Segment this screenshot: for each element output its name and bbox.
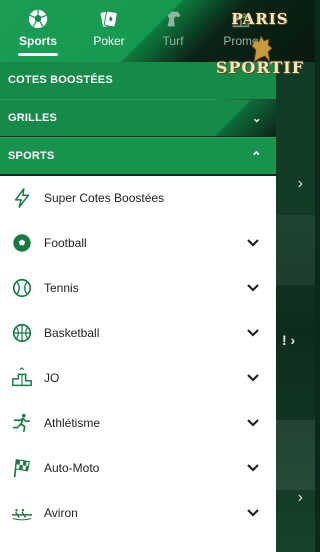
chevron-right-icon[interactable]: ›	[298, 176, 303, 192]
soccer-ball-icon	[28, 9, 48, 29]
sports-list: Super Cotes Boostées Football Tennis Bas…	[0, 176, 276, 552]
sport-label: Aviron	[44, 506, 78, 520]
olympic-podium-icon	[12, 367, 32, 387]
tab-poker[interactable]: Poker	[79, 6, 139, 56]
sport-label: Football	[44, 236, 87, 250]
sport-item-tennis[interactable]: Tennis	[0, 266, 276, 311]
sport-label: Super Cotes Boostées	[44, 191, 165, 205]
lightning-icon	[14, 188, 30, 208]
chevron-down-icon[interactable]	[246, 371, 260, 385]
sport-label: Basketball	[44, 326, 100, 340]
chevron-down-icon[interactable]	[246, 416, 260, 430]
tab-sports[interactable]: Sports	[8, 6, 68, 56]
sport-item-jo[interactable]: JO	[0, 356, 276, 401]
section-grilles[interactable]: GRILLES ⌄	[0, 99, 276, 136]
sport-item-super-cotes-boostees[interactable]: Super Cotes Boostées	[0, 176, 276, 221]
section-label: COTES BOOSTÉES	[8, 74, 113, 86]
section-sports[interactable]: SPORTS ⌃	[0, 137, 276, 174]
chevron-up-icon: ⌃	[250, 149, 262, 164]
sport-item-athletisme[interactable]: Athlétisme	[0, 401, 276, 446]
sport-label: Athlétisme	[44, 416, 101, 430]
tab-label: Poker	[93, 34, 125, 48]
football-icon	[13, 234, 31, 252]
horse-icon	[167, 11, 181, 27]
tab-turf[interactable]: Turf	[143, 6, 203, 56]
checkered-flag-icon	[13, 459, 30, 478]
chevron-down-icon[interactable]	[246, 326, 260, 340]
paris-sportif-logo: PARIS SPORTIF	[215, 10, 305, 100]
sport-label: Tennis	[44, 281, 79, 295]
background-card	[276, 420, 315, 490]
chevron-down-icon[interactable]	[246, 236, 260, 250]
chevron-down-icon[interactable]	[246, 506, 260, 520]
playing-cards-icon	[100, 10, 118, 28]
background-text-fragment: ! ›	[282, 332, 296, 348]
tab-label: Turf	[162, 34, 184, 48]
chevron-down-icon[interactable]	[246, 461, 260, 475]
logo-text-line-1: PARIS	[231, 10, 289, 28]
tab-label: Sports	[18, 34, 57, 48]
chevron-right-icon[interactable]: ›	[298, 490, 303, 506]
section-label: GRILLES	[8, 112, 58, 124]
basketball-icon	[12, 323, 32, 343]
rowing-icon	[11, 509, 33, 521]
chevron-down-icon[interactable]	[246, 281, 260, 295]
lion-crest-icon	[251, 35, 273, 63]
sport-label: Auto-Moto	[44, 461, 100, 475]
runner-icon	[12, 413, 31, 433]
section-label: SPORTS	[8, 150, 55, 162]
sport-label: JO	[44, 371, 60, 385]
tennis-ball-icon	[12, 278, 32, 298]
sport-item-basketball[interactable]: Basketball	[0, 311, 276, 356]
sport-item-aviron[interactable]: Aviron	[0, 491, 276, 536]
sport-item-football[interactable]: Football	[0, 221, 276, 266]
chevron-down-icon: ⌄	[251, 111, 262, 125]
sport-item-auto-moto[interactable]: Auto-Moto	[0, 446, 276, 491]
background-card	[276, 215, 315, 285]
